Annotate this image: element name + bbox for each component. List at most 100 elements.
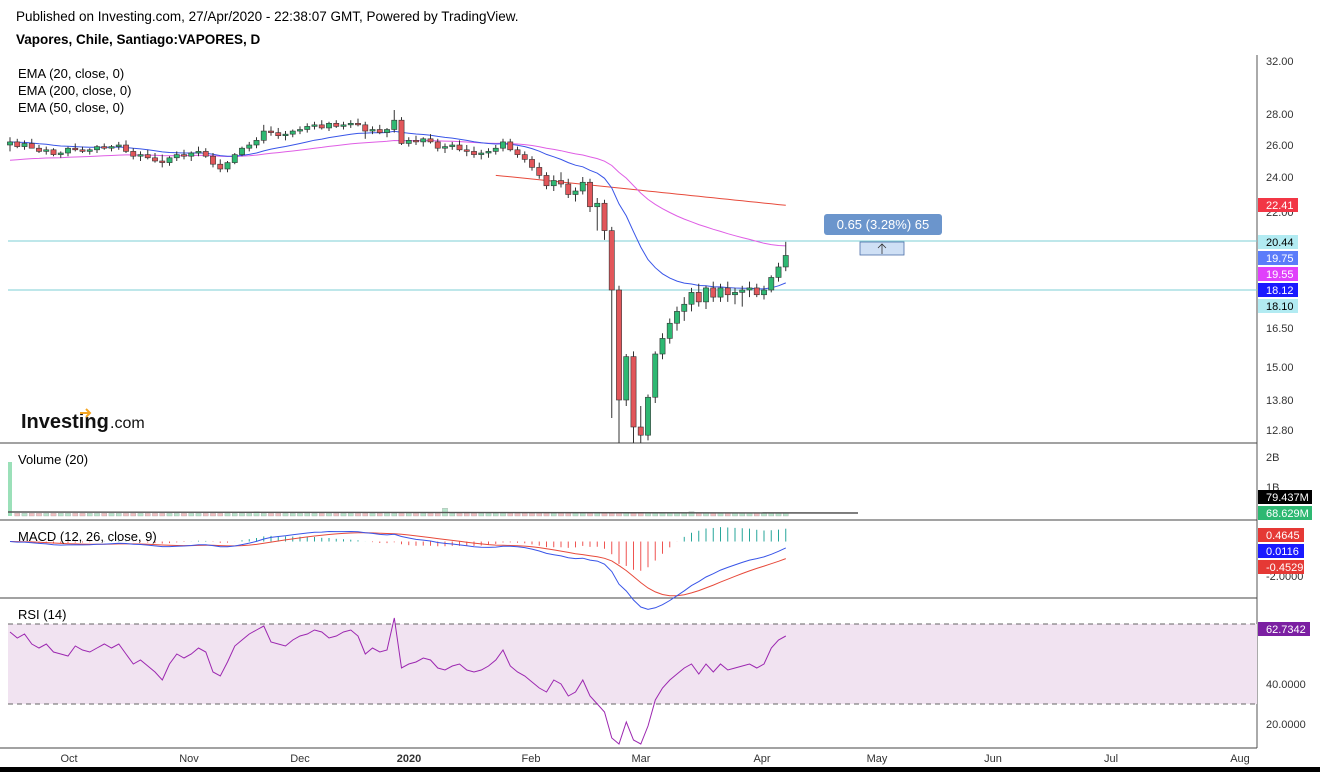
volume-bar[interactable] bbox=[72, 513, 79, 517]
volume-bar[interactable] bbox=[116, 513, 122, 517]
candle-body[interactable] bbox=[181, 154, 187, 157]
candle-body[interactable] bbox=[485, 151, 492, 154]
candle-body[interactable] bbox=[463, 149, 470, 152]
legend-ema20[interactable]: EMA (20, close, 0) bbox=[18, 66, 124, 81]
volume-bar[interactable] bbox=[754, 513, 760, 517]
candle-body[interactable] bbox=[7, 141, 13, 146]
volume-bar[interactable] bbox=[297, 513, 303, 517]
volume-bar[interactable] bbox=[434, 513, 441, 517]
candle-body[interactable] bbox=[137, 154, 144, 157]
volume-bar[interactable] bbox=[492, 513, 499, 517]
volume-bar[interactable] bbox=[260, 513, 267, 517]
candle-body[interactable] bbox=[355, 123, 361, 126]
candle-body[interactable] bbox=[434, 141, 441, 149]
volume-bar[interactable] bbox=[681, 513, 688, 517]
volume-bar[interactable] bbox=[572, 513, 579, 517]
candle-body[interactable] bbox=[507, 141, 514, 151]
volume-bar[interactable] bbox=[340, 513, 347, 517]
candle-body[interactable] bbox=[384, 129, 390, 133]
candle-body[interactable] bbox=[681, 303, 688, 312]
candle-body[interactable] bbox=[202, 151, 209, 157]
candle-body[interactable] bbox=[43, 149, 50, 152]
volume-bar[interactable] bbox=[659, 513, 666, 517]
volume-bar[interactable] bbox=[456, 513, 463, 517]
volume-bar[interactable] bbox=[398, 513, 405, 517]
candle-body[interactable] bbox=[543, 175, 550, 187]
volume-bar[interactable] bbox=[173, 513, 180, 517]
volume-bar[interactable] bbox=[587, 513, 593, 517]
candle-body[interactable] bbox=[260, 130, 267, 141]
candle-body[interactable] bbox=[14, 141, 21, 147]
volume-bar[interactable] bbox=[282, 513, 289, 517]
candle-body[interactable] bbox=[231, 154, 238, 163]
volume-bar[interactable] bbox=[65, 513, 71, 517]
candle-body[interactable] bbox=[594, 202, 601, 208]
candle-body[interactable] bbox=[311, 124, 318, 127]
candle-body[interactable] bbox=[50, 149, 57, 155]
volume-bar[interactable] bbox=[601, 513, 608, 517]
volume-bar[interactable] bbox=[761, 513, 767, 517]
volume-bar[interactable] bbox=[500, 513, 506, 517]
volume-bar[interactable] bbox=[551, 513, 557, 517]
candle-body[interactable] bbox=[282, 133, 289, 136]
candle-body[interactable] bbox=[565, 183, 572, 195]
volume-bar[interactable] bbox=[485, 513, 492, 517]
candle-body[interactable] bbox=[21, 143, 28, 147]
volume-bar[interactable] bbox=[471, 513, 477, 517]
volume-bar[interactable] bbox=[667, 513, 673, 517]
candle-body[interactable] bbox=[217, 163, 224, 170]
volume-bar[interactable] bbox=[594, 513, 601, 517]
candle-body[interactable] bbox=[623, 356, 630, 401]
volume-bar[interactable] bbox=[630, 513, 637, 517]
candle-body[interactable] bbox=[471, 151, 477, 155]
candle-body[interactable] bbox=[36, 147, 42, 152]
candle-body[interactable] bbox=[195, 151, 202, 154]
volume-bar[interactable] bbox=[775, 513, 782, 517]
candle-body[interactable] bbox=[123, 144, 129, 152]
candle-body[interactable] bbox=[732, 292, 738, 296]
volume-bar[interactable] bbox=[304, 513, 310, 517]
candle-body[interactable] bbox=[28, 143, 35, 149]
candle-body[interactable] bbox=[587, 181, 593, 208]
volume-bar[interactable] bbox=[384, 513, 390, 517]
volume-bar[interactable] bbox=[413, 513, 419, 517]
candle-body[interactable] bbox=[86, 149, 93, 152]
candle-body[interactable] bbox=[550, 180, 557, 187]
volume-bar[interactable] bbox=[362, 513, 368, 517]
candle-body[interactable] bbox=[442, 146, 448, 149]
candle-body[interactable] bbox=[514, 149, 521, 155]
candle-body[interactable] bbox=[239, 147, 245, 155]
candle-body[interactable] bbox=[674, 311, 680, 324]
candle-body[interactable] bbox=[659, 338, 666, 355]
volume-bar[interactable] bbox=[36, 513, 42, 517]
volume-bar[interactable] bbox=[725, 513, 731, 517]
candle-body[interactable] bbox=[768, 277, 775, 291]
candle-body[interactable] bbox=[166, 157, 173, 163]
candle-body[interactable] bbox=[398, 119, 405, 144]
volume-bar[interactable] bbox=[326, 513, 332, 517]
volume-bar[interactable] bbox=[166, 513, 173, 517]
candle-body[interactable] bbox=[115, 144, 122, 147]
candle-body[interactable] bbox=[210, 155, 216, 165]
candle-body[interactable] bbox=[652, 353, 659, 398]
candle-body[interactable] bbox=[666, 322, 673, 339]
volume-bar[interactable] bbox=[710, 513, 717, 517]
candle-body[interactable] bbox=[101, 146, 108, 149]
volume-bar[interactable] bbox=[405, 513, 412, 517]
volume-bar[interactable] bbox=[347, 513, 354, 517]
candle-body[interactable] bbox=[579, 181, 586, 192]
candle-body[interactable] bbox=[376, 129, 383, 133]
volume-bar[interactable] bbox=[529, 513, 535, 517]
candle-body[interactable] bbox=[645, 396, 651, 436]
volume-bar[interactable] bbox=[652, 513, 659, 517]
volume-bar[interactable] bbox=[623, 513, 630, 517]
volume-bar[interactable] bbox=[514, 513, 521, 517]
volume-bar[interactable] bbox=[21, 513, 28, 517]
volume-bar[interactable] bbox=[123, 513, 129, 517]
volume-bar[interactable] bbox=[28, 513, 35, 517]
volume-bar[interactable] bbox=[202, 513, 209, 517]
candle-body[interactable] bbox=[275, 132, 282, 137]
volume-bar[interactable] bbox=[231, 513, 238, 517]
candle-body[interactable] bbox=[782, 255, 789, 268]
candle-body[interactable] bbox=[304, 126, 311, 130]
